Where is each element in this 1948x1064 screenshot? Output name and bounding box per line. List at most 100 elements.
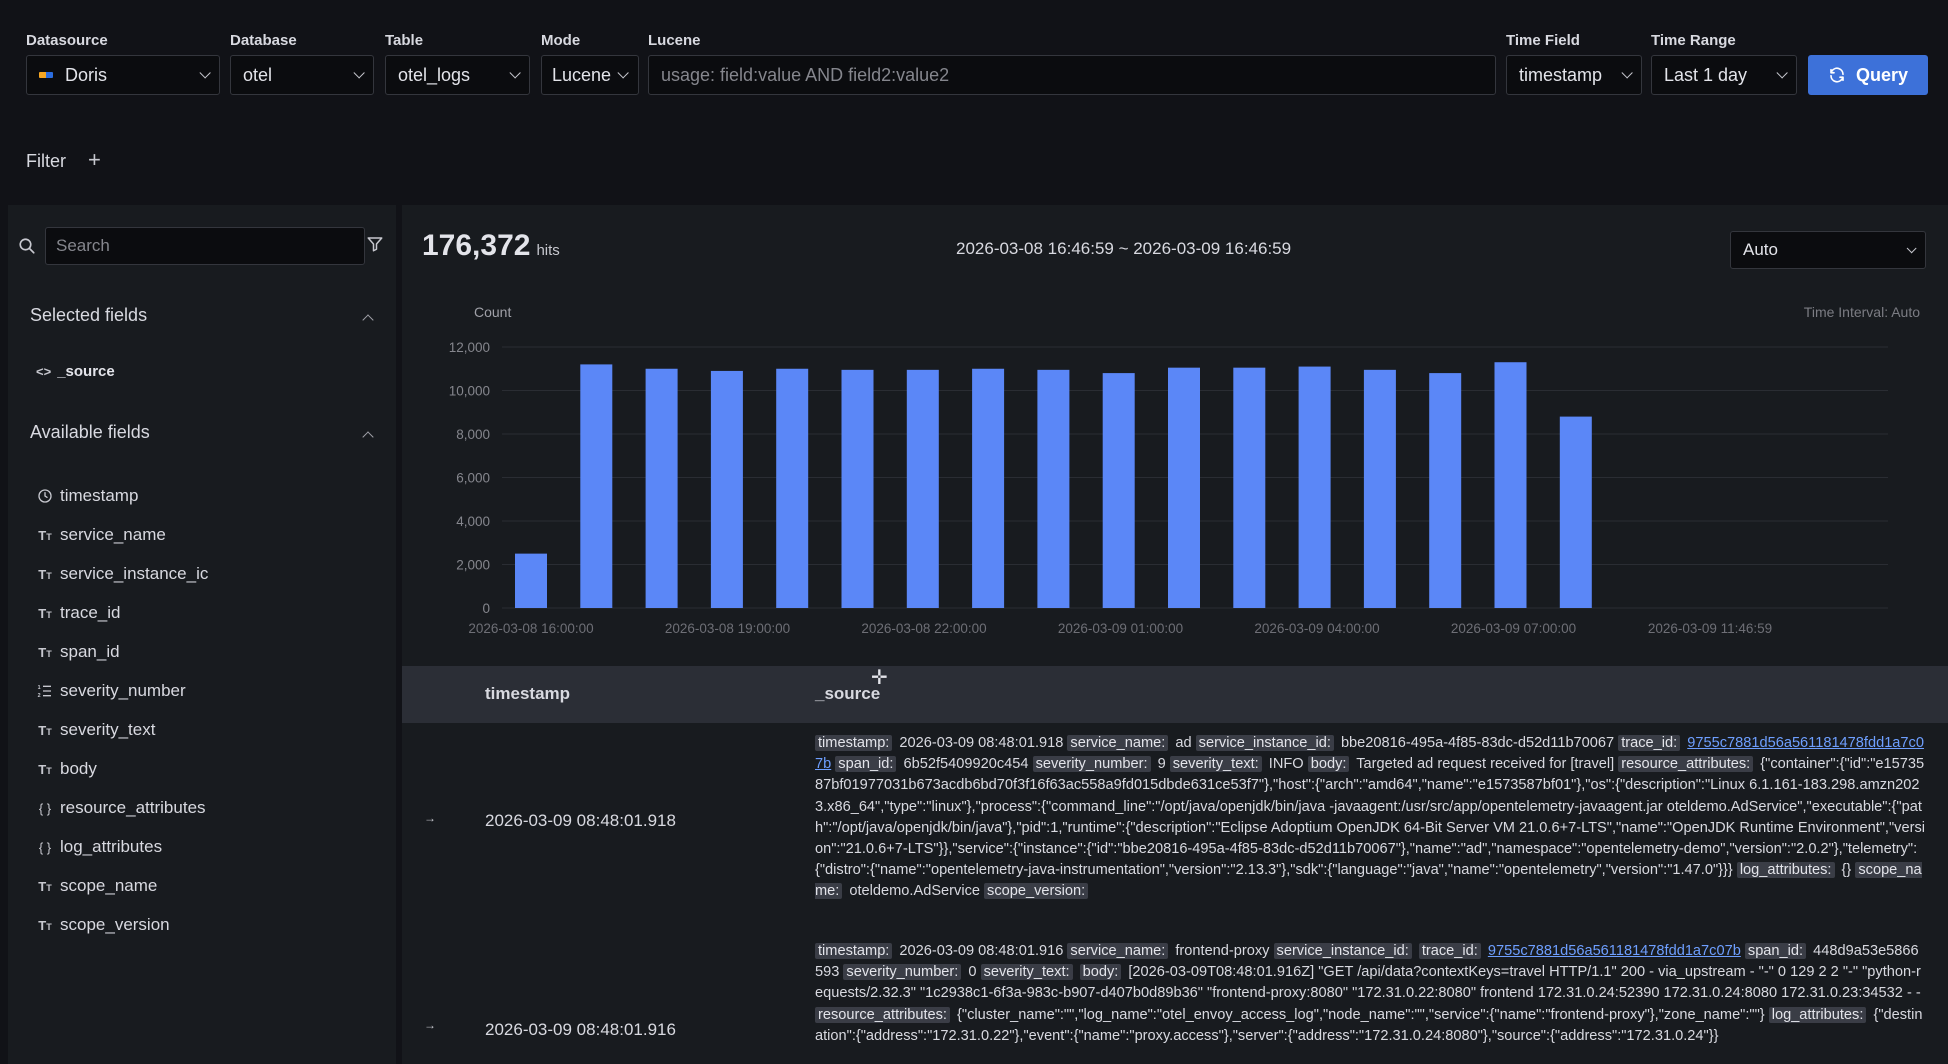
text-type-icon: TT bbox=[38, 917, 52, 933]
field-label: service_instance_ic bbox=[60, 564, 209, 583]
y-tick-label: 4,000 bbox=[456, 514, 490, 529]
field-item-trace-id[interactable]: TT trace_id bbox=[36, 603, 120, 623]
source-field-key: service_instance_id: bbox=[1195, 735, 1334, 751]
source-field-value: bbe20816-495a-4f85-83dc-d52d11b70067 bbox=[1336, 735, 1619, 751]
table-select[interactable]: otel_logs bbox=[385, 55, 530, 95]
row-timestamp: 2026-03-09 08:48:01.918 bbox=[485, 811, 676, 830]
filter-icon[interactable] bbox=[366, 235, 384, 253]
source-field-key: trace_id: bbox=[1418, 943, 1481, 959]
time-field-select[interactable]: timestamp bbox=[1506, 55, 1642, 95]
field-label: span_id bbox=[60, 642, 120, 661]
mode-select[interactable]: Lucene bbox=[541, 55, 639, 95]
query-button[interactable]: Query bbox=[1808, 55, 1928, 95]
field-item-body[interactable]: TT body bbox=[36, 759, 97, 779]
row-timestamp: 2026-03-09 08:48:01.916 bbox=[485, 1020, 676, 1039]
x-tick-label: 2026-03-08 19:00:00 bbox=[665, 621, 790, 635]
results-panel: 176,372 hits 2026-03-08 16:46:59 ~ 2026-… bbox=[402, 205, 1948, 1064]
source-field-key: severity_number: bbox=[843, 964, 962, 981]
text-type-icon: TT bbox=[38, 878, 52, 894]
histogram-bar bbox=[645, 368, 678, 608]
datasource-select[interactable]: Doris bbox=[26, 55, 220, 95]
histogram-bar bbox=[1233, 367, 1266, 608]
expand-row-icon[interactable]: → bbox=[424, 1018, 436, 1032]
field-label: trace_id bbox=[60, 603, 121, 622]
chevron-up-icon[interactable] bbox=[362, 431, 374, 443]
y-tick-label: 2,000 bbox=[456, 558, 490, 573]
source-field-value: 2026-03-09 08:48:01.918 bbox=[895, 735, 1068, 751]
field-item-resource-attributes[interactable]: { } resource_attributes bbox=[36, 798, 206, 818]
time-range-select[interactable]: Last 1 day bbox=[1651, 55, 1797, 95]
datasource-label: Datasource bbox=[26, 32, 108, 49]
source-field-value: oteldemo.AdService bbox=[845, 883, 985, 900]
time-interval-note: Time Interval: Auto bbox=[1804, 304, 1920, 320]
database-select[interactable]: otel bbox=[230, 55, 374, 95]
field-item-severity-text[interactable]: TT severity_text bbox=[36, 720, 155, 740]
interval-select[interactable]: Auto bbox=[1730, 231, 1926, 269]
database-label: Database bbox=[230, 32, 297, 49]
text-type-icon: TT bbox=[38, 722, 52, 738]
field-label: body bbox=[60, 759, 97, 778]
interval-value: Auto bbox=[1743, 240, 1778, 259]
hits-summary: 176,372 hits bbox=[422, 229, 560, 263]
column-header-timestamp[interactable]: timestamp bbox=[485, 684, 570, 704]
trace-id-link[interactable]: 9755c7881d56a561181478fdd1a7c07b bbox=[1488, 943, 1741, 959]
field-item-span-id[interactable]: TT span_id bbox=[36, 642, 120, 662]
source-field-value: INFO bbox=[1264, 756, 1308, 773]
text-type-icon: TT bbox=[38, 527, 52, 543]
source-field-value: 0 bbox=[964, 964, 981, 981]
x-tick-label: 2026-03-08 16:00:00 bbox=[468, 621, 593, 635]
datasource-value: Doris bbox=[65, 64, 108, 85]
chevron-up-icon[interactable] bbox=[362, 314, 374, 326]
source-field-key: severity_text: bbox=[1169, 756, 1262, 773]
hits-label: hits bbox=[536, 242, 560, 259]
source-field-value: 9 bbox=[1153, 756, 1170, 773]
lucene-query-input[interactable] bbox=[648, 55, 1496, 95]
histogram-bar bbox=[776, 368, 809, 608]
source-field-key: severity_text: bbox=[980, 964, 1073, 981]
time-field-label: Time Field bbox=[1506, 32, 1580, 49]
chevron-down-icon bbox=[1776, 67, 1788, 79]
chevron-down-icon bbox=[199, 67, 211, 79]
selected-fields-title: Selected fields bbox=[30, 305, 148, 325]
add-filter-button[interactable]: + bbox=[88, 147, 101, 173]
source-field-key: log_attributes: bbox=[1736, 862, 1835, 879]
mode-value: Lucene bbox=[552, 64, 612, 85]
chevron-down-icon bbox=[353, 67, 365, 79]
field-item-service-instance-id[interactable]: TT service_instance_ic bbox=[36, 564, 212, 584]
x-tick-label: 2026-03-09 11:46:59 bbox=[1648, 621, 1772, 635]
source-field-value: {"cluster_name":"","log_name":"otel_envo… bbox=[952, 1006, 1769, 1023]
doris-logo-icon bbox=[39, 72, 53, 78]
field-label: service_name bbox=[60, 525, 166, 544]
field-item-severity-number[interactable]: 12 severity_number bbox=[36, 681, 186, 701]
histogram-chart: Count Time Interval: Auto 0 2,000 4,000 6,000… bbox=[449, 304, 1921, 635]
field-item-scope-version[interactable]: TT scope_version bbox=[36, 915, 169, 935]
source-field-key: body: bbox=[1307, 756, 1350, 773]
y-tick-label: 12,000 bbox=[449, 340, 490, 355]
text-type-icon: TT bbox=[38, 566, 52, 582]
chevron-down-icon bbox=[1906, 242, 1917, 253]
row-source: timestamp: 2026-03-09 08:48:01.918 servi… bbox=[815, 733, 1926, 903]
y-tick-label: 6,000 bbox=[456, 471, 490, 486]
field-item-log-attributes[interactable]: { } log_attributes bbox=[36, 837, 162, 857]
clock-icon bbox=[38, 489, 52, 503]
field-label: severity_text bbox=[60, 720, 156, 739]
expand-row-icon[interactable]: → bbox=[424, 811, 436, 825]
field-item-service-name[interactable]: TT service_name bbox=[36, 525, 166, 545]
y-tick-label: 0 bbox=[482, 601, 490, 616]
y-tick-label: 8,000 bbox=[456, 427, 490, 442]
field-item-timestamp[interactable]: timestamp bbox=[36, 486, 138, 506]
field-item-scope-name[interactable]: TT scope_name bbox=[36, 876, 157, 896]
text-type-icon: TT bbox=[38, 761, 52, 777]
filter-label: Filter bbox=[26, 151, 66, 171]
time-range-label: Time Range bbox=[1651, 32, 1736, 49]
histogram-bar bbox=[1102, 373, 1135, 608]
histogram-bar bbox=[972, 368, 1005, 608]
selected-field-source[interactable]: <> _source bbox=[36, 363, 115, 380]
refresh-icon bbox=[1830, 67, 1844, 83]
source-field-key: service_name: bbox=[1067, 735, 1169, 751]
field-search-input[interactable] bbox=[45, 227, 365, 265]
histogram-bar bbox=[1298, 366, 1331, 608]
histogram-bar bbox=[1363, 369, 1396, 608]
object-type-icon: { } bbox=[38, 839, 52, 855]
source-field-key: log_attributes: bbox=[1768, 1006, 1867, 1023]
